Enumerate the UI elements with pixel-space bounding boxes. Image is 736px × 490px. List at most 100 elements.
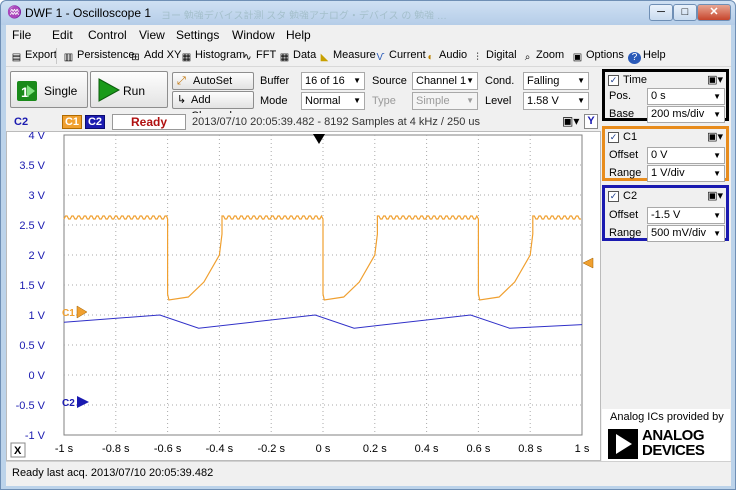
toolbar-persistence[interactable]: ▥ Persistence <box>62 49 135 64</box>
source-select[interactable]: Channel 1 ▼ <box>412 72 478 90</box>
toolbar-separator <box>56 48 57 64</box>
level-input[interactable]: 1.58 V ▼ <box>523 92 589 110</box>
x-tick-label: 0.2 s <box>363 443 387 455</box>
autoset-button[interactable]: ⤢ AutoSet <box>172 72 254 90</box>
plot-settings-icon[interactable]: ▣▾ <box>562 114 579 128</box>
chevron-down-icon: ▼ <box>353 76 361 85</box>
c1-tag[interactable]: C1 <box>62 115 82 129</box>
y-axis-button[interactable]: Y <box>584 114 598 129</box>
x-tick-label: -1 s <box>55 443 74 455</box>
buffer-select[interactable]: 16 of 16 ▼ <box>301 72 365 90</box>
acquisition-controls: 1 Single Run ⤢ AutoSet ↳ Add Channel Buf… <box>6 67 601 122</box>
menu-settings[interactable]: Settings <box>176 28 219 42</box>
time-panel: ✓ Time ▣▾ Pos. 0 s ▼ Base 200 ms/div ▼ <box>602 69 729 123</box>
c2-offset-marker <box>77 396 89 408</box>
time-settings-icon[interactable]: ▣▾ <box>707 73 723 86</box>
toolbar-histogram[interactable]: ▦ Histogram <box>180 49 245 64</box>
toolbar-help[interactable]: ? Help <box>628 49 666 64</box>
close-button[interactable]: ✕ <box>697 4 731 21</box>
add-xy-icon: ⊞ <box>131 52 140 63</box>
trigger-level-marker <box>582 257 594 269</box>
c1-checkbox[interactable]: ✓ <box>608 132 619 143</box>
analog-devices-branding: Analog ICs provided by ANALOG DEVICES <box>602 409 730 461</box>
c1-settings-icon[interactable]: ▣▾ <box>707 130 723 143</box>
c2-tag[interactable]: C2 <box>85 115 105 129</box>
menu-file[interactable]: File <box>12 28 31 42</box>
level-label: Level <box>485 95 512 107</box>
maximize-button[interactable]: □ <box>673 4 697 21</box>
c2-offset-input[interactable]: -1.5 V ▼ <box>647 207 725 224</box>
menu-edit[interactable]: Edit <box>52 28 73 42</box>
toolbar-options[interactable]: ▣ Options <box>571 49 624 64</box>
pos-value: 0 s <box>651 90 666 102</box>
measure-icon: ◣ <box>320 52 329 63</box>
toolbar-export-label: Export <box>25 49 57 61</box>
c2-settings-icon[interactable]: ▣▾ <box>707 189 723 202</box>
toolbar-audio-label: Audio <box>439 49 468 61</box>
chevron-down-icon: ▼ <box>466 96 474 105</box>
menu-help[interactable]: Help <box>286 28 311 42</box>
menu-control[interactable]: Control <box>88 28 127 42</box>
toolbar-zoom[interactable]: ⌕ Zoom <box>521 49 564 64</box>
c1-offset-value: 0 V <box>651 149 668 161</box>
run-button[interactable]: Run <box>90 71 168 108</box>
toolbar-export[interactable]: ▤ Export <box>10 49 57 64</box>
c2-title: C2 <box>623 190 638 202</box>
export-icon: ▤ <box>11 52 22 63</box>
persistence-icon: ▥ <box>63 52 74 63</box>
chevron-down-icon: ▼ <box>713 169 721 178</box>
status-text: Ready last acq. 2013/07/10 20:05:39.482 <box>12 467 214 479</box>
audio-icon: ◐ <box>427 52 434 63</box>
pos-label: Pos. <box>609 90 632 102</box>
type-select: Simple ▼ <box>412 92 478 110</box>
chevron-down-icon: ▼ <box>713 229 721 238</box>
time-checkbox[interactable]: ✓ <box>608 75 619 86</box>
toolbar-audio[interactable]: ◐ Audio <box>424 49 467 64</box>
c1-title: C1 <box>623 131 638 143</box>
base-select[interactable]: 200 ms/div ▼ <box>647 106 725 123</box>
type-label: Type <box>372 95 396 107</box>
c1-range-label: Range <box>609 167 642 179</box>
toolbar-options-label: Options <box>586 49 624 61</box>
x-tick-label: 1 s <box>575 443 590 455</box>
oscilloscope-plot[interactable]: 4 V 3.5 V 3 V 2.5 V 2 V 1.5 V 1 V 0.5 V 0 V -0.5 … <box>6 130 601 461</box>
x-tick-label: -0.4 s <box>206 443 234 455</box>
client-area: File Edit Control View Settings Window H… <box>6 25 731 486</box>
toolbar-histogram-label: Histogram <box>195 49 246 61</box>
add-channel-button[interactable]: ↳ Add Channel <box>172 91 254 122</box>
c1-panel: ✓ C1 ▣▾ Offset 0 V ▼ Range 1 V/div ▼ <box>602 126 729 182</box>
single-icon: 1 <box>17 81 37 101</box>
active-channel-label: C2 <box>14 116 29 128</box>
digital-icon: ⫶ <box>476 52 479 63</box>
menu-window[interactable]: Window <box>232 28 275 42</box>
x-tick-labels: -1 s -0.8 s -0.6 s -0.4 s -0.2 s 0 s 0.2 s 0.4 … <box>55 443 590 455</box>
c1-offset-input[interactable]: 0 V ▼ <box>647 147 725 164</box>
single-button[interactable]: 1 Single <box>10 71 88 108</box>
toolbar-data[interactable]: ▦ Data <box>278 49 316 64</box>
toolbar-digital[interactable]: ⫶ Digital <box>471 49 516 64</box>
mode-select[interactable]: Normal ▼ <box>301 92 365 110</box>
c1-range-select[interactable]: 1 V/div ▼ <box>647 165 725 182</box>
toolbar-measure[interactable]: ◣ Measure <box>318 49 376 64</box>
app-window: ♒ DWF 1 - Oscilloscope 1 ヨー 勉強デバイス計測 スタ … <box>0 0 736 490</box>
pos-input[interactable]: 0 s ▼ <box>647 88 725 105</box>
toolbar-data-label: Data <box>293 49 317 61</box>
waveform-svg: 4 V 3.5 V 3 V 2.5 V 2 V 1.5 V 1 V 0.5 V 0 V -0.5 … <box>10 130 594 458</box>
c2-checkbox[interactable]: ✓ <box>608 191 619 202</box>
chevron-down-icon: ▼ <box>577 96 585 105</box>
toolbar-fft[interactable]: ∿ FFT <box>241 49 276 64</box>
plot-header: C2 C1 C2 Ready 2013/07/10 20:05:39.482 -… <box>6 113 601 131</box>
toolbar-current[interactable]: Ѵ Current <box>374 49 425 64</box>
toolbar-add-xy[interactable]: ⊞ Add XY <box>129 49 181 64</box>
type-value: Simple <box>416 95 450 107</box>
toolbar-fft-label: FFT <box>256 49 277 61</box>
menu-view[interactable]: View <box>139 28 165 42</box>
cond-select[interactable]: Falling ▼ <box>523 72 589 90</box>
add-channel-icon: ↳ <box>177 94 187 106</box>
y-tick-label: 4 V <box>28 132 45 142</box>
minimize-button[interactable]: ─ <box>649 4 673 21</box>
c2-range-select[interactable]: 500 mV/div ▼ <box>647 225 725 242</box>
autoset-label: AutoSet <box>193 75 233 87</box>
x-tick-label: -0.6 s <box>154 443 182 455</box>
menu-bar: File Edit Control View Settings Window H… <box>6 25 731 45</box>
